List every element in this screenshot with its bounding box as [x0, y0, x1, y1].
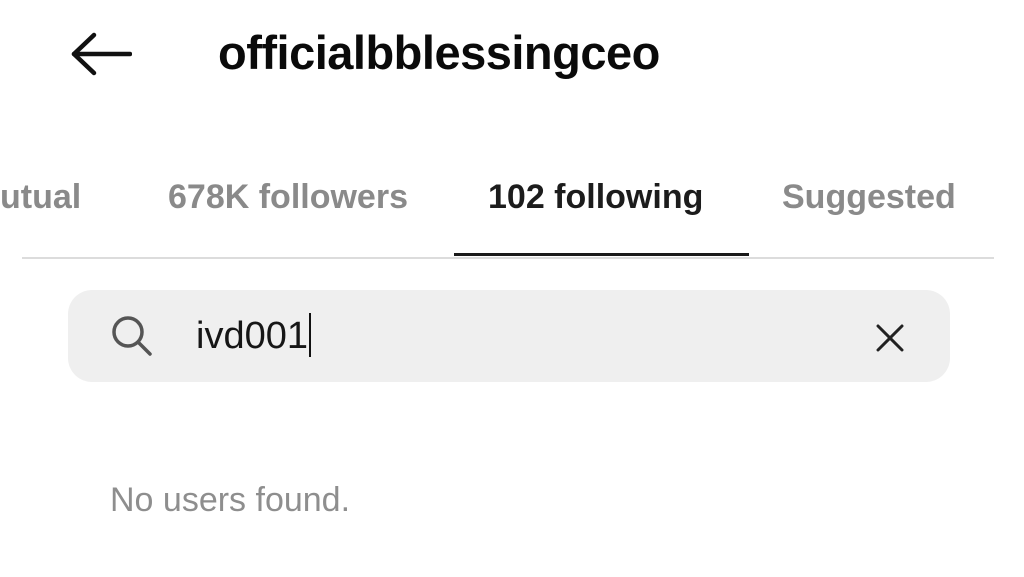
clear-search-button[interactable] [868, 316, 912, 360]
following-list-screen: officialbblessingceo utual 678K follower… [0, 0, 1024, 577]
tab-mutual[interactable]: utual [0, 172, 104, 222]
tab-following[interactable]: 102 following [488, 172, 703, 222]
active-tab-indicator [454, 253, 749, 256]
tab-bar: utual 678K followers 102 following Sugge… [0, 150, 1024, 260]
page-title: officialbblessingceo [218, 26, 660, 79]
tab-suggested[interactable]: Suggested [782, 172, 956, 222]
search-input[interactable]: ivd001 [196, 306, 311, 366]
search-input-value: ivd001 [196, 315, 308, 357]
tab-mutual-label: utual [0, 178, 82, 216]
search-bar: ivd001 [68, 290, 950, 382]
tab-followers[interactable]: 678K followers [168, 172, 408, 222]
back-button[interactable] [62, 22, 138, 86]
arrow-left-icon [71, 32, 132, 76]
empty-state-message: No users found. [110, 481, 351, 519]
tab-divider [22, 257, 994, 259]
search-icon [112, 316, 152, 356]
text-cursor [308, 312, 311, 357]
close-icon [876, 324, 904, 352]
